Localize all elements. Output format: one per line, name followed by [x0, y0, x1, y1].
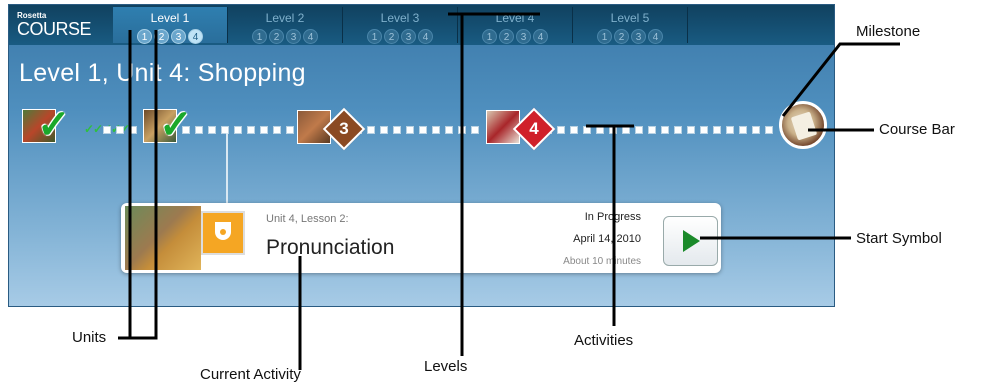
callout-course-bar: Course Bar	[879, 121, 955, 138]
callout-levels: Levels	[424, 358, 468, 375]
callout-lines	[118, 12, 900, 370]
callout-current-activity: Current Activity	[200, 366, 301, 383]
callout-start-symbol: Start Symbol	[856, 230, 942, 247]
units-callout-line	[118, 30, 132, 340]
callout-units: Units	[72, 329, 107, 346]
callout-milestone: Milestone	[856, 23, 921, 40]
milestone-callout-line	[781, 42, 900, 117]
callout-activities: Activities	[574, 332, 634, 349]
units-callout-line-2	[130, 30, 158, 340]
